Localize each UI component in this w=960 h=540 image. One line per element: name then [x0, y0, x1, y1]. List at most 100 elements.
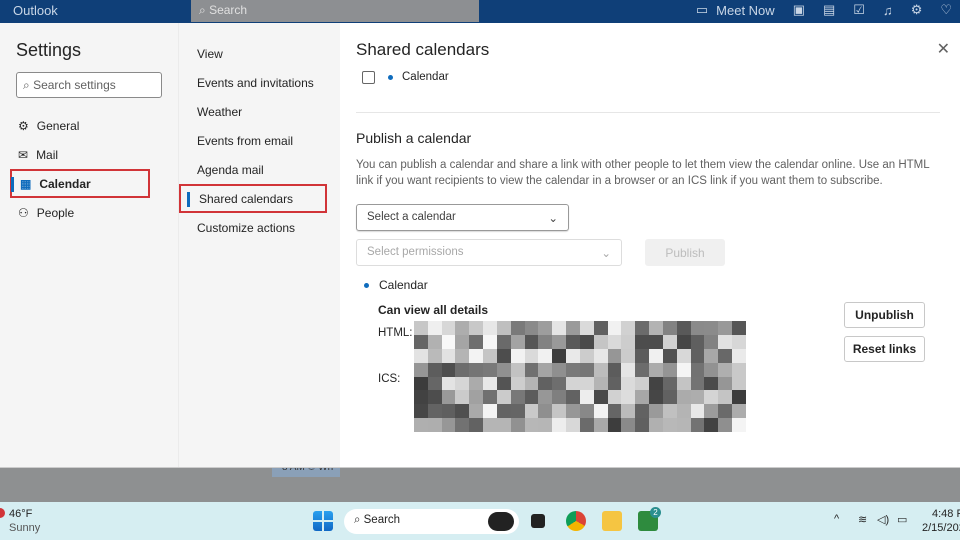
blur-cell: [691, 418, 705, 432]
gear-icon[interactable]: ⚙: [911, 2, 923, 18]
blur-cell: [635, 321, 649, 335]
video-icon[interactable]: ▭: [696, 2, 708, 18]
subnav-weather[interactable]: Weather: [179, 97, 341, 126]
taskbar-search[interactable]: ⌕ Search: [344, 509, 519, 534]
chrome-icon[interactable]: [566, 511, 586, 531]
file-explorer-icon[interactable]: [602, 511, 622, 531]
blur-cell: [594, 335, 608, 349]
blur-cell: [511, 363, 525, 377]
subnav-view[interactable]: View: [179, 39, 341, 68]
wifi-icon[interactable]: ≋: [858, 513, 867, 526]
blur-cell: [566, 418, 580, 432]
category-calendar[interactable]: ▦ Calendar: [10, 169, 150, 198]
blur-cell: [704, 349, 718, 363]
blur-cell: [663, 321, 677, 335]
blur-cell: [552, 418, 566, 432]
blur-cell: [455, 404, 469, 418]
blur-cell: [691, 349, 705, 363]
weather-condition[interactable]: Sunny: [9, 522, 40, 534]
onenote-icon[interactable]: ▤: [823, 2, 835, 18]
subnav-events-from-email[interactable]: Events from email: [179, 126, 341, 155]
blur-cell: [483, 390, 497, 404]
blur-cell: [649, 418, 663, 432]
blur-cell: [621, 390, 635, 404]
blur-cell: [455, 377, 469, 391]
calendar-color-dot: [364, 283, 369, 288]
subnav-events-invitations[interactable]: Events and invitations: [179, 68, 341, 97]
lightbulb-icon[interactable]: ♡: [940, 2, 952, 18]
teams-icon[interactable]: ▣: [793, 2, 805, 18]
blur-cell: [580, 363, 594, 377]
blur-cell: [621, 321, 635, 335]
blur-cell: [677, 390, 691, 404]
publish-button[interactable]: Publish: [645, 239, 725, 266]
blur-cell: [635, 349, 649, 363]
todo-icon[interactable]: ☑: [853, 2, 865, 18]
blur-cell: [497, 418, 511, 432]
blur-cell: [704, 390, 718, 404]
chevron-up-icon[interactable]: ^: [834, 513, 839, 525]
blur-cell: [483, 349, 497, 363]
weather-alert-icon: [0, 508, 5, 518]
select-permissions-dropdown[interactable]: Select permissions ⌄: [356, 239, 622, 266]
blur-cell: [497, 363, 511, 377]
blur-cell: [691, 390, 705, 404]
blur-cell: [621, 349, 635, 363]
battery-icon[interactable]: ▭: [897, 513, 907, 526]
task-view-icon[interactable]: [531, 514, 545, 528]
blur-cell: [594, 377, 608, 391]
blur-cell: [663, 335, 677, 349]
subnav-agenda-mail[interactable]: Agenda mail: [179, 155, 341, 184]
blur-cell: [718, 321, 732, 335]
category-mail[interactable]: ✉ Mail: [10, 140, 160, 169]
clock-date[interactable]: 2/15/202: [922, 522, 960, 534]
blur-cell: [497, 335, 511, 349]
blur-cell: [594, 363, 608, 377]
blur-cell: [608, 335, 622, 349]
blur-cell: [704, 377, 718, 391]
category-people[interactable]: ⚇ People: [10, 198, 160, 227]
blur-cell: [718, 363, 732, 377]
blur-cell: [566, 321, 580, 335]
settings-search-input[interactable]: ⌕ Search settings: [16, 72, 162, 98]
calendar-subnav-pane: View Events and invitations Weather Even…: [178, 23, 340, 467]
blur-cell: [538, 418, 552, 432]
blur-cell: [608, 363, 622, 377]
blur-cell: [663, 404, 677, 418]
bell-icon[interactable]: ♫: [883, 3, 893, 18]
subnav-shared-calendars[interactable]: Shared calendars: [179, 184, 327, 213]
top-search-box[interactable]: ⌕ Search: [191, 0, 479, 22]
subnav-customize-actions[interactable]: Customize actions: [179, 213, 341, 242]
app-title[interactable]: Outlook: [13, 3, 58, 18]
meet-now-button[interactable]: Meet Now: [716, 3, 775, 18]
volume-icon[interactable]: ◁): [877, 513, 889, 526]
blur-cell: [732, 321, 746, 335]
blur-cell: [497, 377, 511, 391]
blur-cell: [442, 363, 456, 377]
blur-cell: [442, 418, 456, 432]
blur-cell: [594, 349, 608, 363]
windows-start-icon[interactable]: [313, 511, 333, 531]
close-icon[interactable]: ✕: [937, 39, 950, 59]
blur-cell: [483, 404, 497, 418]
unpublish-button[interactable]: Unpublish: [844, 302, 925, 328]
blur-cell: [511, 349, 525, 363]
xbox-badge: 2: [650, 507, 661, 518]
blur-cell: [594, 418, 608, 432]
blur-cell: [525, 321, 539, 335]
blur-cell: [677, 418, 691, 432]
blur-cell: [580, 321, 594, 335]
select-calendar-dropdown[interactable]: Select a calendar ⌄: [356, 204, 569, 231]
shared-calendar-checkbox[interactable]: [362, 71, 375, 84]
blur-cell: [552, 363, 566, 377]
shared-calendars-content: Shared calendars ✕ Calendar Publish a ca…: [340, 23, 960, 467]
category-general[interactable]: ⚙ General: [10, 111, 160, 140]
blur-cell: [469, 390, 483, 404]
blur-cell: [594, 390, 608, 404]
blur-cell: [621, 377, 635, 391]
weather-temp[interactable]: 46°F: [9, 508, 32, 520]
blur-cell: [704, 404, 718, 418]
clock-time[interactable]: 4:48 P: [932, 508, 960, 520]
reset-links-button[interactable]: Reset links: [844, 336, 925, 362]
blur-cell: [691, 321, 705, 335]
